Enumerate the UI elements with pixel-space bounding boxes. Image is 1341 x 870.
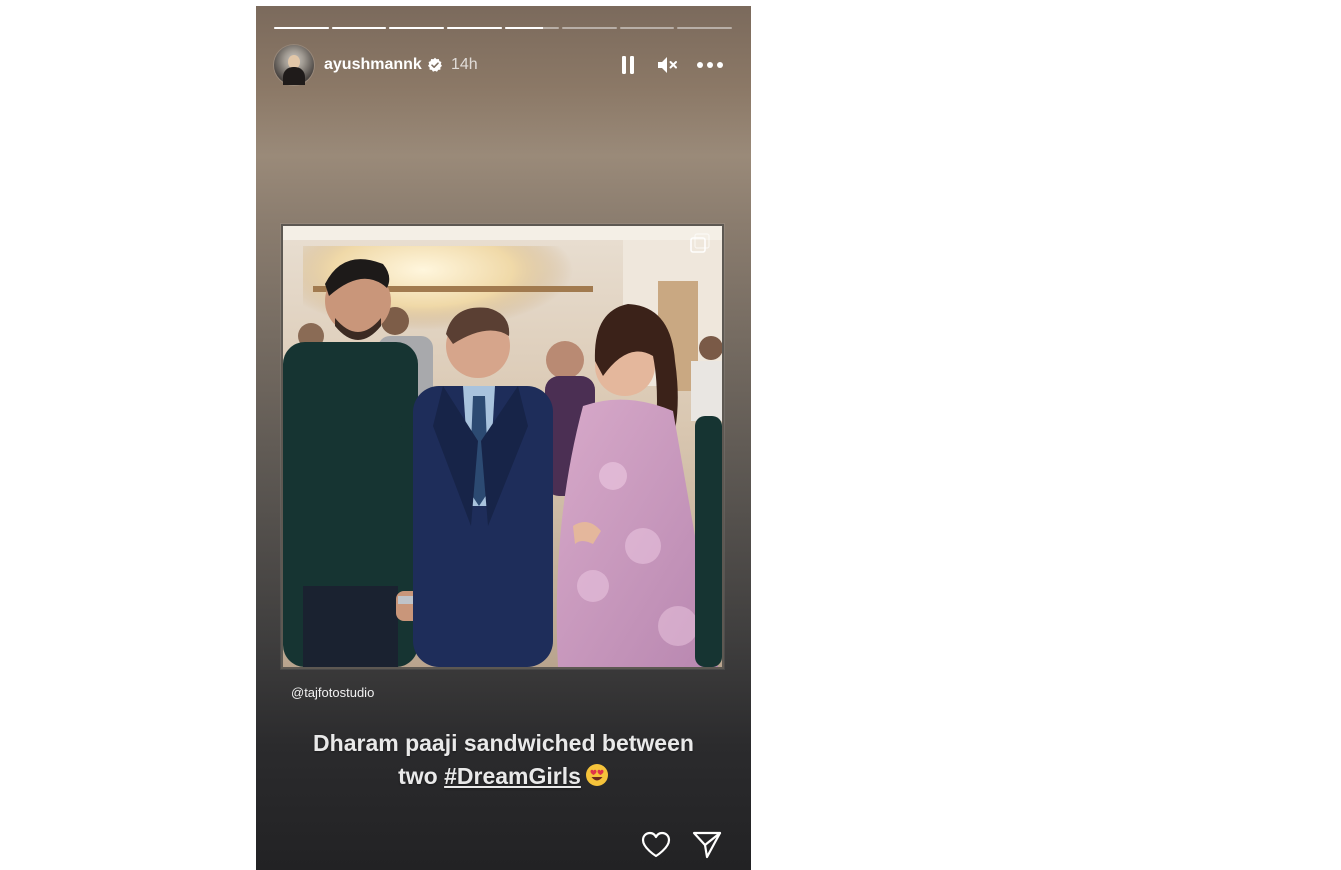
- story-caption: Dharam paaji sandwiched between two #Dre…: [271, 727, 736, 793]
- heart-icon: [641, 831, 671, 858]
- verified-badge-icon: [428, 57, 442, 72]
- mute-button[interactable]: [653, 52, 681, 78]
- muted-speaker-icon: [658, 57, 677, 73]
- heart-eyes-emoji-icon: [585, 764, 608, 786]
- share-button[interactable]: [691, 829, 723, 861]
- progress-segment: [274, 27, 329, 29]
- username-link[interactable]: ayushmannk: [324, 56, 422, 74]
- progress-segment: [504, 27, 560, 29]
- progress-segment: [562, 27, 617, 29]
- story-photo-frame: [281, 224, 724, 669]
- more-options-button[interactable]: [692, 52, 728, 78]
- like-button[interactable]: [640, 829, 672, 861]
- caption-line-2-prefix: two: [398, 763, 445, 789]
- progress-segment: [446, 27, 502, 29]
- caption-line-2: two #DreamGirls: [271, 760, 736, 793]
- story-viewer[interactable]: ayushmannk 14h @tajfotostudio Dharam paa…: [256, 6, 751, 870]
- progress-segment: [331, 27, 387, 29]
- story-header: ayushmannk 14h: [274, 44, 734, 86]
- pause-button[interactable]: [614, 52, 642, 78]
- story-timestamp: 14h: [451, 56, 478, 73]
- story-progress-bar: [274, 27, 732, 30]
- caption-line-1: Dharam paaji sandwiched between: [313, 730, 694, 756]
- more-options-icon: [697, 62, 723, 68]
- event-photo: [283, 226, 722, 667]
- progress-segment: [389, 27, 444, 29]
- story-photo[interactable]: [283, 226, 722, 667]
- send-icon: [692, 831, 722, 859]
- avatar[interactable]: [274, 45, 314, 85]
- hashtag-link[interactable]: #DreamGirls: [444, 763, 581, 789]
- pause-icon: [622, 56, 634, 74]
- photo-credit-mention[interactable]: @tajfotostudio: [291, 685, 374, 700]
- progress-segment: [619, 27, 675, 29]
- progress-segment: [677, 27, 732, 29]
